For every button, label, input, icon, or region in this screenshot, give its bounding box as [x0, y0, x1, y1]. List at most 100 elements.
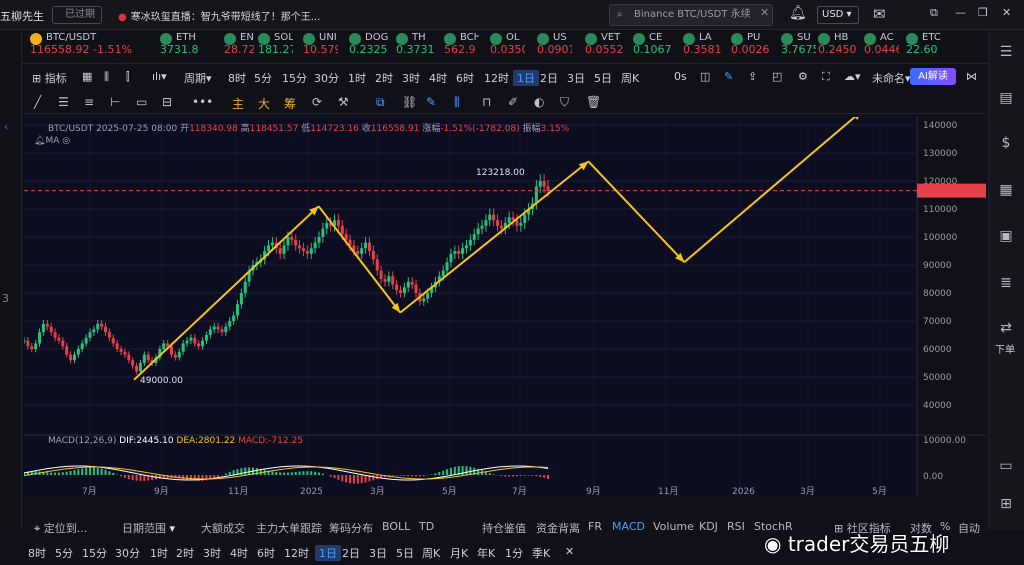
interval-8[interactable]: 6时 — [456, 70, 474, 86]
pen-icon[interactable]: ✎ — [724, 70, 733, 83]
edit-icon[interactable]: ✐ — [508, 95, 518, 109]
ticker-item[interactable]: BTC/USDT 116558.92 -1.51% — [30, 32, 150, 62]
copy-icon[interactable]: ⧉ — [376, 95, 385, 110]
bottom-interval-1[interactable]: 5分 — [55, 545, 73, 561]
interval-5[interactable]: 2时 — [375, 70, 393, 86]
indicator-item-9[interactable]: Volume — [653, 520, 694, 533]
big-chip[interactable]: 大 — [258, 95, 270, 112]
indicator-item-7[interactable]: FR — [588, 520, 602, 533]
bottom-interval-15[interactable]: 月K — [450, 545, 468, 561]
magnet-icon[interactable]: ◰ — [772, 70, 782, 83]
eye-icon[interactable]: ◎ — [62, 136, 70, 146]
lock-icon[interactable]: ⊓ — [482, 95, 491, 109]
ticker-item[interactable]: LA 0.3581 — [683, 32, 723, 62]
interval-1[interactable]: 5分 — [254, 70, 272, 86]
line-tool-icon[interactable]: ╱ — [34, 95, 41, 109]
bottom-interval-11[interactable]: 2日 — [342, 545, 360, 561]
ticker-item[interactable]: VET 0.0552 — [585, 32, 625, 62]
interval-7[interactable]: 4时 — [429, 70, 447, 86]
bottom-interval-6[interactable]: 3时 — [203, 545, 221, 561]
interval-11[interactable]: 2日 — [540, 70, 558, 86]
ticker-item[interactable]: TH 0.3731 — [396, 32, 436, 62]
close-search-icon[interactable]: ✕ — [760, 6, 769, 19]
calendar-icon[interactable]: ▦ — [997, 182, 1015, 200]
settings-icon[interactable]: ⚙ — [798, 70, 808, 83]
currency-select[interactable]: USD ▾ — [817, 6, 859, 24]
auto-toggle[interactable]: 自动 — [958, 520, 980, 536]
export-icon[interactable]: ⇪ — [748, 70, 757, 83]
bottom-interval-3[interactable]: 30分 — [115, 545, 140, 561]
hline-tool-icon[interactable]: ☰ — [58, 95, 69, 109]
collapse-icon[interactable]: ‹ — [4, 120, 8, 133]
date-range-button[interactable]: 日期范围 ▾ — [122, 520, 175, 536]
bottom-interval-8[interactable]: 6时 — [257, 545, 275, 561]
more-tools-icon[interactable]: ••• — [192, 95, 213, 109]
measure-tool-icon[interactable]: ⊟ — [162, 95, 172, 109]
interval-14[interactable]: 周K — [621, 70, 639, 86]
filter-icon[interactable]: ⛉ — [560, 95, 569, 110]
fullscreen-icon[interactable]: ⛶ — [822, 70, 830, 84]
ticker-item[interactable]: SU 3.7675 — [781, 32, 816, 62]
sync-icon[interactable]: ⟳ — [312, 95, 322, 109]
bottom-interval-0[interactable]: 8时 — [28, 545, 46, 561]
monitor-icon[interactable]: ▣ — [997, 228, 1015, 246]
bottom-interval-9[interactable]: 12时 — [284, 545, 309, 561]
zero-seconds[interactable]: 0s — [674, 70, 687, 83]
ticker-item[interactable]: ENS28.72 — [224, 32, 254, 62]
ticker-item[interactable]: US 0.0901 — [537, 32, 572, 62]
bottom-interval-18[interactable]: 季K — [532, 545, 550, 561]
bars-icon[interactable]: ⫼ — [454, 95, 460, 110]
interval-2[interactable]: 15分 — [282, 70, 307, 86]
bottom-interval-13[interactable]: 5日 — [396, 545, 414, 561]
minimize-icon[interactable]: — — [955, 6, 966, 19]
tool-icon[interactable]: ⚒ — [338, 95, 349, 109]
rect-tool-icon[interactable]: ▭ — [136, 95, 147, 109]
bottom-interval-16[interactable]: 年K — [477, 545, 495, 561]
bar-type-icon[interactable]: ⫿ — [126, 70, 130, 84]
indicator-item-5[interactable]: 持仓鉴值 — [482, 520, 526, 536]
interval-3[interactable]: 30分 — [314, 70, 339, 86]
period-button[interactable]: 周期▾ — [184, 70, 212, 86]
channel-tool-icon[interactable]: ≡ — [84, 95, 94, 109]
ticker-item[interactable]: HB 0.2450 — [818, 32, 858, 62]
ticker-item[interactable]: SOL 181.27 — [258, 32, 293, 62]
interval-13[interactable]: 5日 — [594, 70, 612, 86]
bottom-interval-7[interactable]: 4时 — [230, 545, 248, 561]
stack-icon[interactable]: ≣ — [997, 275, 1015, 293]
mail-icon[interactable]: ✉ — [873, 5, 886, 23]
indicator-item-0[interactable]: 大额成交 — [201, 520, 245, 536]
cloud-icon[interactable]: ☁▾ — [844, 70, 861, 83]
interval-12[interactable]: 3日 — [567, 70, 585, 86]
indicator-item-2[interactable]: 筹码分布 — [329, 520, 373, 536]
order-icon[interactable]: ⇄ — [997, 320, 1015, 338]
indicator-item-6[interactable]: 资金背离 — [536, 520, 580, 536]
color-icon[interactable]: ◐ — [534, 95, 544, 109]
symbol-search[interactable]: ⌕ Binance BTC/USDT 永续 — [609, 4, 773, 26]
calendar-icon[interactable]: ▦ — [82, 70, 92, 83]
share-icon[interactable]: ⋈ — [966, 70, 977, 83]
indicator-item-4[interactable]: TD — [419, 520, 434, 533]
ticker-item[interactable]: DOGE0.2325 — [349, 32, 389, 62]
chou-chip[interactable]: 筹 — [284, 95, 296, 112]
indicator-button[interactable]: ⊞ 指标 — [32, 70, 67, 86]
window-close-icon[interactable]: ✕ — [1002, 6, 1011, 19]
bottom-interval-14[interactable]: 周K — [422, 545, 440, 561]
bottom-interval-12[interactable]: 3日 — [369, 545, 387, 561]
interval-4[interactable]: 1时 — [348, 70, 366, 86]
link-icon[interactable]: ⛓ — [402, 95, 417, 109]
ray-tool-icon[interactable]: ⊢ — [110, 95, 120, 109]
ticker-item[interactable]: BCH 562.9 — [444, 32, 479, 62]
ticker-item[interactable]: ETH 3731.8 — [160, 32, 200, 62]
interval-6[interactable]: 3时 — [402, 70, 420, 86]
indicator-item-1[interactable]: 主力大单跟踪 — [256, 520, 322, 536]
bottom-interval-4[interactable]: 1时 — [150, 545, 168, 561]
bottom-interval-10[interactable]: 1日 — [315, 545, 341, 561]
camera-icon[interactable]: ◫ — [700, 70, 710, 83]
news-ticker[interactable]: ● 寒冰玖玺直播：智九爷带短线了！那个王... — [118, 8, 320, 23]
document-icon[interactable]: ▤ — [997, 90, 1015, 108]
chart-type-icon[interactable]: ılı▾ — [152, 70, 167, 83]
grid-icon[interactable]: ⊞ — [997, 496, 1015, 514]
layout-icon[interactable]: ⧉ — [930, 6, 938, 20]
ai-interpret-button[interactable]: AI解读 — [910, 68, 956, 85]
trash-icon[interactable]: 🗑︎ — [586, 95, 601, 109]
